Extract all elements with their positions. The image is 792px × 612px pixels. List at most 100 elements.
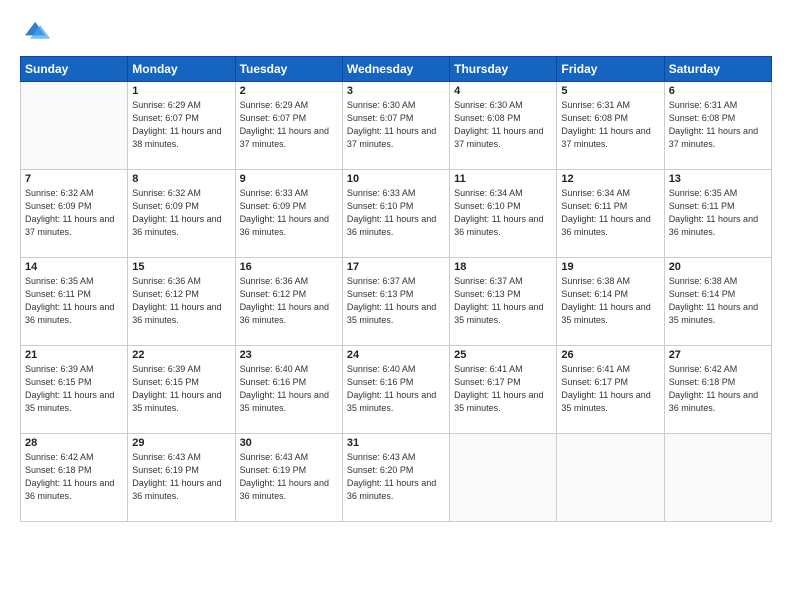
- day-cell: 24Sunrise: 6:40 AMSunset: 6:16 PMDayligh…: [342, 346, 449, 434]
- day-number: 6: [669, 85, 767, 97]
- day-cell: 31 Sunrise: 6:43 AMSunset: 6:20 PMDayligh…: [342, 434, 449, 522]
- day-cell: 16 Sunrise: 6:36 AMSunset: 6:12 PMDayligh…: [235, 258, 342, 346]
- day-number: 7: [25, 173, 123, 185]
- day-info: Sunrise: 6:42 AMSunset: 6:18 PMDaylight:…: [25, 451, 123, 503]
- day-info: Sunrise: 6:29 AMSunset: 6:07 PMDaylight:…: [132, 99, 230, 151]
- day-number: 22: [132, 349, 230, 361]
- day-info: Sunrise: 6:43 AMSunset: 6:19 PMDaylight:…: [240, 451, 338, 503]
- weekday-header-wednesday: Wednesday: [342, 57, 449, 82]
- day-cell: 28 Sunrise: 6:42 AMSunset: 6:18 PMDayligh…: [21, 434, 128, 522]
- day-cell: 25 Sunrise: 6:41 AMSunset: 6:17 PMDayligh…: [450, 346, 557, 434]
- day-number: 9: [240, 173, 338, 185]
- day-cell: 11 Sunrise: 6:34 AMSunset: 6:10 PMDayligh…: [450, 170, 557, 258]
- day-number: 29: [132, 437, 230, 449]
- day-cell: 20Sunrise: 6:38 AMSunset: 6:14 PMDayligh…: [664, 258, 771, 346]
- day-number: 30: [240, 437, 338, 449]
- day-info: Sunrise: 6:42 AMSunset: 6:18 PMDaylight:…: [669, 363, 767, 415]
- day-cell: 23Sunrise: 6:40 AMSunset: 6:16 PMDayligh…: [235, 346, 342, 434]
- day-cell: 9 Sunrise: 6:33 AMSunset: 6:09 PMDaylight…: [235, 170, 342, 258]
- day-number: 21: [25, 349, 123, 361]
- day-cell: 1 Sunrise: 6:29 AMSunset: 6:07 PMDaylight…: [128, 82, 235, 170]
- day-info: Sunrise: 6:35 AMSunset: 6:11 PMDaylight:…: [25, 275, 123, 327]
- header: [20, 18, 772, 46]
- day-number: 13: [669, 173, 767, 185]
- day-number: 20: [669, 261, 767, 273]
- day-info: Sunrise: 6:32 AMSunset: 6:09 PMDaylight:…: [25, 187, 123, 239]
- day-number: 24: [347, 349, 445, 361]
- day-cell: 18 Sunrise: 6:37 AMSunset: 6:13 PMDayligh…: [450, 258, 557, 346]
- weekday-header-tuesday: Tuesday: [235, 57, 342, 82]
- day-number: 14: [25, 261, 123, 273]
- day-cell: 21Sunrise: 6:39 AMSunset: 6:15 PMDayligh…: [21, 346, 128, 434]
- day-cell: [450, 434, 557, 522]
- day-cell: 6 Sunrise: 6:31 AMSunset: 6:08 PMDaylight…: [664, 82, 771, 170]
- weekday-header-row: SundayMondayTuesdayWednesdayThursdayFrid…: [21, 57, 772, 82]
- day-number: 31: [347, 437, 445, 449]
- logo-icon: [20, 18, 52, 46]
- day-number: 16: [240, 261, 338, 273]
- day-info: Sunrise: 6:31 AMSunset: 6:08 PMDaylight:…: [669, 99, 767, 151]
- day-number: 26: [561, 349, 659, 361]
- day-info: Sunrise: 6:33 AMSunset: 6:10 PMDaylight:…: [347, 187, 445, 239]
- weekday-header-saturday: Saturday: [664, 57, 771, 82]
- day-info: Sunrise: 6:33 AMSunset: 6:09 PMDaylight:…: [240, 187, 338, 239]
- day-number: 8: [132, 173, 230, 185]
- day-number: 2: [240, 85, 338, 97]
- calendar: SundayMondayTuesdayWednesdayThursdayFrid…: [20, 56, 772, 522]
- day-info: Sunrise: 6:38 AMSunset: 6:14 PMDaylight:…: [561, 275, 659, 327]
- day-cell: 3 Sunrise: 6:30 AMSunset: 6:07 PMDaylight…: [342, 82, 449, 170]
- day-cell: 26 Sunrise: 6:41 AMSunset: 6:17 PMDayligh…: [557, 346, 664, 434]
- day-number: 5: [561, 85, 659, 97]
- page: SundayMondayTuesdayWednesdayThursdayFrid…: [0, 0, 792, 612]
- logo: [20, 18, 56, 46]
- day-number: 27: [669, 349, 767, 361]
- day-number: 11: [454, 173, 552, 185]
- day-info: Sunrise: 6:34 AMSunset: 6:10 PMDaylight:…: [454, 187, 552, 239]
- day-info: Sunrise: 6:41 AMSunset: 6:17 PMDaylight:…: [561, 363, 659, 415]
- weekday-header-thursday: Thursday: [450, 57, 557, 82]
- day-info: Sunrise: 6:29 AMSunset: 6:07 PMDaylight:…: [240, 99, 338, 151]
- day-cell: 27 Sunrise: 6:42 AMSunset: 6:18 PMDayligh…: [664, 346, 771, 434]
- day-cell: [21, 82, 128, 170]
- weekday-header-sunday: Sunday: [21, 57, 128, 82]
- day-info: Sunrise: 6:34 AMSunset: 6:11 PMDaylight:…: [561, 187, 659, 239]
- day-cell: 17 Sunrise: 6:37 AMSunset: 6:13 PMDayligh…: [342, 258, 449, 346]
- day-info: Sunrise: 6:32 AMSunset: 6:09 PMDaylight:…: [132, 187, 230, 239]
- day-cell: 30 Sunrise: 6:43 AMSunset: 6:19 PMDayligh…: [235, 434, 342, 522]
- day-cell: 19 Sunrise: 6:38 AMSunset: 6:14 PMDayligh…: [557, 258, 664, 346]
- day-info: Sunrise: 6:43 AMSunset: 6:20 PMDaylight:…: [347, 451, 445, 503]
- week-row-5: 28 Sunrise: 6:42 AMSunset: 6:18 PMDayligh…: [21, 434, 772, 522]
- day-cell: 29 Sunrise: 6:43 AMSunset: 6:19 PMDayligh…: [128, 434, 235, 522]
- day-cell: 13 Sunrise: 6:35 AMSunset: 6:11 PMDayligh…: [664, 170, 771, 258]
- day-info: Sunrise: 6:30 AMSunset: 6:08 PMDaylight:…: [454, 99, 552, 151]
- day-info: Sunrise: 6:36 AMSunset: 6:12 PMDaylight:…: [240, 275, 338, 327]
- day-number: 28: [25, 437, 123, 449]
- day-info: Sunrise: 6:43 AMSunset: 6:19 PMDaylight:…: [132, 451, 230, 503]
- day-number: 1: [132, 85, 230, 97]
- day-number: 18: [454, 261, 552, 273]
- week-row-4: 21Sunrise: 6:39 AMSunset: 6:15 PMDayligh…: [21, 346, 772, 434]
- day-info: Sunrise: 6:37 AMSunset: 6:13 PMDaylight:…: [454, 275, 552, 327]
- day-number: 25: [454, 349, 552, 361]
- day-number: 12: [561, 173, 659, 185]
- day-info: Sunrise: 6:41 AMSunset: 6:17 PMDaylight:…: [454, 363, 552, 415]
- day-info: Sunrise: 6:36 AMSunset: 6:12 PMDaylight:…: [132, 275, 230, 327]
- day-info: Sunrise: 6:31 AMSunset: 6:08 PMDaylight:…: [561, 99, 659, 151]
- week-row-1: 1 Sunrise: 6:29 AMSunset: 6:07 PMDaylight…: [21, 82, 772, 170]
- day-number: 15: [132, 261, 230, 273]
- day-info: Sunrise: 6:30 AMSunset: 6:07 PMDaylight:…: [347, 99, 445, 151]
- day-number: 4: [454, 85, 552, 97]
- day-cell: [557, 434, 664, 522]
- day-number: 17: [347, 261, 445, 273]
- day-cell: 10Sunrise: 6:33 AMSunset: 6:10 PMDayligh…: [342, 170, 449, 258]
- day-info: Sunrise: 6:35 AMSunset: 6:11 PMDaylight:…: [669, 187, 767, 239]
- day-info: Sunrise: 6:37 AMSunset: 6:13 PMDaylight:…: [347, 275, 445, 327]
- day-number: 19: [561, 261, 659, 273]
- day-cell: 4 Sunrise: 6:30 AMSunset: 6:08 PMDaylight…: [450, 82, 557, 170]
- week-row-3: 14 Sunrise: 6:35 AMSunset: 6:11 PMDayligh…: [21, 258, 772, 346]
- weekday-header-friday: Friday: [557, 57, 664, 82]
- day-cell: 22Sunrise: 6:39 AMSunset: 6:15 PMDayligh…: [128, 346, 235, 434]
- day-cell: 14 Sunrise: 6:35 AMSunset: 6:11 PMDayligh…: [21, 258, 128, 346]
- day-number: 3: [347, 85, 445, 97]
- day-cell: 5 Sunrise: 6:31 AMSunset: 6:08 PMDaylight…: [557, 82, 664, 170]
